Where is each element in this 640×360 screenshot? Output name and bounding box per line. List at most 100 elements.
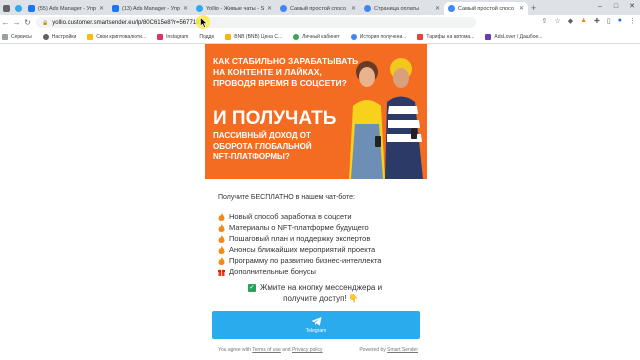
- tab-5[interactable]: Самый простой спосо ✕: [276, 2, 360, 15]
- landing-page: Как стабильно зарабатывать на контенте и…: [0, 44, 640, 360]
- promo-banner: Как стабильно зарабатывать на контенте и…: [205, 44, 427, 179]
- list-item: Программу по развитию бизнес-интеллекта: [218, 255, 381, 266]
- tab-title: (13) Ads Manager - Упр: [122, 5, 180, 12]
- feature-text: Новый способ заработка в соцсети: [229, 212, 352, 221]
- adslover-icon: [485, 33, 492, 40]
- fire-icon: [218, 223, 225, 232]
- reload-icon[interactable]: ↻: [22, 18, 33, 27]
- banner-subtext: пассивный доход от оборота глобальной NF…: [213, 131, 312, 161]
- features-list: Новый способ заработка в соцсети Материа…: [218, 211, 381, 277]
- tab-title: Самый простой спосо: [458, 5, 515, 12]
- forward-icon[interactable]: →: [11, 18, 22, 27]
- bookmark-label: История получени...: [359, 33, 407, 40]
- bookmarks-bar: Сервисы Настройки Свои криптовалюти... I…: [0, 30, 640, 44]
- maximize-button[interactable]: □: [608, 0, 624, 13]
- telegram-button-label: Telegram: [305, 327, 327, 334]
- tab-4[interactable]: Yollio - Живые чаты - S ✕: [192, 2, 276, 15]
- bnb-icon: [225, 33, 232, 40]
- close-window-button[interactable]: ✕: [624, 0, 640, 13]
- tab-title: Yollio - Живые чаты - S: [206, 5, 265, 12]
- bookmark-item[interactable]: История получени...: [350, 33, 407, 40]
- fire-icon: [218, 245, 225, 254]
- footer-powered-prefix: Powered by: [359, 347, 386, 353]
- tab-3[interactable]: (13) Ads Manager - Упр ✕: [108, 2, 192, 15]
- bookmark-label: Подде: [199, 33, 215, 40]
- bookmark-item[interactable]: Свои криптовалюти...: [87, 33, 147, 40]
- tab-0[interactable]: [0, 2, 12, 15]
- minimize-button[interactable]: –: [592, 0, 608, 13]
- yollio-icon: [196, 5, 203, 12]
- metamask-icon[interactable]: ▲: [580, 17, 587, 25]
- bookmark-item[interactable]: Сервисы: [2, 33, 32, 40]
- page-icon: [364, 5, 371, 12]
- close-icon[interactable]: ✕: [351, 5, 356, 12]
- address-bar[interactable]: 🔒 yollio.customer.smartsender.eu/lp/80C6…: [36, 17, 476, 28]
- list-item: Материалы о NFT-платформе будущего: [218, 222, 381, 233]
- gift-icon: [218, 268, 225, 276]
- extension-icon[interactable]: ◆: [568, 17, 573, 25]
- bookmark-item[interactable]: Тарифы на автома...: [417, 33, 475, 40]
- history-icon: [350, 33, 357, 40]
- bookmark-star-icon[interactable]: ☆: [554, 17, 560, 25]
- bookmark-item[interactable]: AdsLover / Дашбое...: [485, 33, 542, 40]
- feature-text: Пошаговый план и поддержку экспертов: [229, 234, 371, 243]
- ads-manager-icon: [112, 5, 119, 12]
- smart-sender-link[interactable]: Smart Sender: [387, 347, 418, 353]
- apps-icon: [2, 33, 8, 40]
- share-icon[interactable]: ⇪: [542, 17, 548, 25]
- list-item: Пошаговый план и поддержку экспертов: [218, 233, 381, 244]
- menu-icon[interactable]: ⋮: [629, 17, 636, 25]
- back-icon[interactable]: ←: [0, 18, 11, 27]
- extensions-puzzle-icon[interactable]: ✚: [594, 17, 600, 25]
- fire-icon: [218, 256, 225, 265]
- new-tab-button[interactable]: +: [531, 2, 536, 15]
- browser-chrome: (55) Ads Manager - Упр ✕ (13) Ads Manage…: [0, 0, 640, 44]
- bookmark-label: BNB (BNB) Цена С...: [234, 33, 283, 40]
- banner-big-text: И ПОЛУЧАТЬ: [213, 108, 337, 129]
- tab-title: (55) Ads Manager - Упр: [38, 5, 96, 12]
- tab-1[interactable]: [12, 2, 24, 15]
- telegram-icon: [14, 5, 22, 12]
- close-icon[interactable]: ✕: [267, 5, 272, 12]
- terms-link[interactable]: Terms of use: [252, 347, 281, 353]
- footer-agree-prefix: You agree with: [218, 347, 251, 353]
- toolbar-actions: ⇪ ☆ ◆ ▲ ✚ ▯ ● ⋮: [542, 17, 636, 25]
- tab-title: Самый простой спосо: [290, 5, 347, 12]
- sidebar-icon[interactable]: ▯: [607, 17, 611, 25]
- bookmark-label: Тарифы на автома...: [426, 33, 475, 40]
- bookmark-item[interactable]: Instagram: [157, 33, 188, 40]
- profile-avatar-icon[interactable]: ●: [618, 17, 622, 25]
- bookmark-item[interactable]: Подде: [199, 34, 214, 40]
- bookmark-item[interactable]: Личный кабинет: [293, 33, 340, 40]
- ads-manager-icon: [28, 5, 35, 12]
- feature-text: Материалы о NFT-платформе будущего: [229, 223, 369, 232]
- feature-text: Анонсы ближайших мероприятий проекта: [229, 245, 376, 254]
- list-item: Анонсы ближайших мероприятий проекта: [218, 244, 381, 255]
- list-item: Новый способ заработка в соцсети: [218, 211, 381, 222]
- bookmark-label: Личный кабинет: [302, 33, 340, 40]
- telegram-icon: [311, 316, 321, 326]
- feature-text: Дополнительные бонусы: [229, 267, 316, 276]
- lock-icon[interactable]: 🔒: [42, 20, 48, 26]
- close-icon[interactable]: ✕: [183, 5, 188, 12]
- close-icon[interactable]: ✕: [435, 5, 440, 12]
- tab-2[interactable]: (55) Ads Manager - Упр ✕: [24, 2, 108, 15]
- url-text[interactable]: yollio.customer.smartsender.eu/lp/80C615…: [52, 20, 203, 26]
- bookmark-item[interactable]: Настройки: [42, 33, 77, 40]
- folder-icon: [87, 33, 94, 40]
- intro-text: Получите БЕСПЛАТНО в нашем чат-боте:: [218, 194, 355, 201]
- browser-toolbar: ← → ↻ 🔒 yollio.customer.smartsender.eu/l…: [0, 15, 640, 30]
- gear-icon: [42, 33, 49, 40]
- window-controls: – □ ✕: [592, 0, 640, 13]
- tab-6[interactable]: Страница оплаты ✕: [360, 2, 444, 15]
- bookmark-label: Свои криптовалюти...: [96, 33, 147, 40]
- privacy-link[interactable]: Privacy policy: [292, 347, 323, 353]
- close-icon[interactable]: ✕: [519, 5, 524, 12]
- footer-powered: Powered by Smart Sender: [359, 347, 418, 353]
- bookmark-item[interactable]: BNB (BNB) Цена С...: [225, 33, 283, 40]
- close-icon[interactable]: ✕: [99, 5, 104, 12]
- telegram-button[interactable]: Telegram: [212, 311, 420, 339]
- tab-7-active[interactable]: Самый простой спосо ✕: [444, 2, 528, 15]
- bookmark-label: Настройки: [51, 33, 77, 40]
- tab-strip: (55) Ads Manager - Упр ✕ (13) Ads Manage…: [0, 0, 640, 15]
